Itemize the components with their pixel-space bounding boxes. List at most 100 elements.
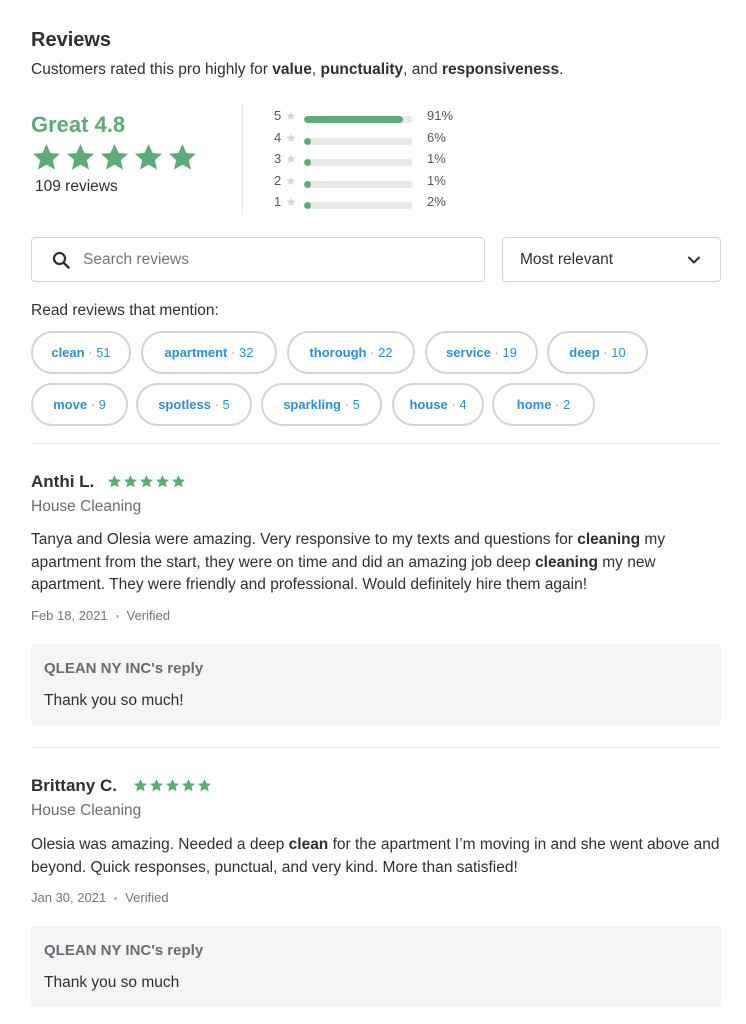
chip-separator: · [88,345,93,360]
reply-title: QLEAN NY INC's reply [44,942,204,959]
subtitle-prefix: Customers rated this pro highly for [31,61,273,78]
chip-count: 22 [378,345,393,360]
rating-bar-track [304,159,413,166]
mention-chip-apartment[interactable]: apartment · 32 [141,331,277,374]
rating-summary: Great 4.8 109 reviews 5 91% 4 6% 3 1% 2 1% 1 2% [31,104,721,216]
rating-bar-fill [304,180,311,188]
chip-count: 32 [238,345,254,360]
rating-row-3[interactable]: 3 1% [274,151,474,169]
chip-separator: · [344,397,349,412]
star-icon [165,778,180,792]
chevron-down-icon [688,256,700,264]
review-stars [107,474,186,489]
chip-keyword: clean [51,345,85,360]
verified-label: Verified [125,890,169,905]
search-box[interactable] [31,237,485,282]
star-icon [149,778,164,792]
mentions-label: Read reviews that mention: [31,302,219,319]
review-divider [31,747,721,748]
rating-row-5[interactable]: 5 91% [274,108,474,126]
rating-row-stars: 1 [274,194,282,209]
chip-keyword: home [516,397,552,412]
rating-bar-fill [304,116,404,123]
search-input[interactable] [83,239,473,280]
chip-keyword: spotless [158,397,211,412]
reviews-subtitle: Customers rated this pro highly for valu… [31,61,563,79]
chip-count: 2 [563,397,571,412]
highlighted-keyword: clean [288,836,329,853]
rating-row-1[interactable]: 1 2% [274,194,474,212]
rating-row-stars: 2 [274,172,282,188]
review-meta: Feb 18, 2021 Verified [31,608,170,623]
review-date: Jan 30, 2021 [31,890,107,905]
subtitle-suffix: . [559,61,564,78]
mention-chip-house[interactable]: house · 4 [392,383,484,426]
reply-text: Thank you so much! [44,692,184,709]
chip-count: 9 [98,397,106,412]
chip-separator: · [451,397,456,412]
star-icon [107,474,122,488]
rating-bar-fill [304,137,311,145]
section-divider [31,443,721,444]
chip-separator: · [370,345,375,360]
rating-row-percent: 1% [427,172,446,188]
star-icon [286,197,296,206]
star-icon [197,778,212,792]
sort-select[interactable]: Most relevant [502,237,721,282]
star-icon [171,474,186,488]
star-icon [181,778,196,792]
star-icon [134,143,163,170]
rating-row-2[interactable]: 2 1% [274,173,474,191]
star-icon [133,778,148,792]
highlighted-keyword: cleaning [577,531,641,548]
mention-chip-home[interactable]: home · 2 [492,383,595,426]
chip-keyword: service [446,345,491,360]
mention-chip-sparkling[interactable]: sparkling · 5 [261,383,382,426]
chip-separator: · [214,397,219,412]
chip-keyword: move [53,397,88,412]
overall-stars [31,142,198,178]
verified-label: Verified [126,608,170,623]
rating-bar-track [304,137,413,145]
reviewer-name: Anthi L. [31,472,95,491]
chip-count: 5 [222,397,230,412]
summary-divider [242,104,243,214]
review-count: 109 reviews [35,178,118,195]
rating-row-4[interactable]: 4 6% [274,130,474,148]
mention-chip-clean[interactable]: clean · 51 [31,331,131,374]
search-icon [52,251,70,269]
reviews-title: Reviews [31,29,112,51]
review-text-segment: Olesia was amazing. Needed a deep [31,836,289,853]
rating-bar-track [304,180,413,188]
mention-chip-service[interactable]: service · 19 [425,331,538,374]
chip-count: 51 [96,345,111,360]
reply-title: QLEAN NY INC's reply [44,660,204,677]
overall-score: Great 4.8 [31,112,126,137]
review-text: Tanya and Olesia were amazing. Very resp… [31,529,721,597]
subtitle-keyword-punctuality: punctuality [320,61,404,78]
star-icon [155,474,170,488]
star-icon [168,143,197,170]
star-icon [286,133,296,142]
review-category: House Cleaning [31,498,142,515]
chip-keyword: house [409,397,448,412]
mention-chip-thorough[interactable]: thorough · 22 [287,331,415,374]
rating-row-percent: 6% [427,129,446,145]
star-icon [123,474,138,488]
chip-count: 10 [611,345,626,360]
chip-count: 19 [502,345,517,360]
chip-count: 4 [459,397,467,412]
rating-row-stars: 5 [274,108,282,123]
chip-keyword: sparkling [283,397,341,412]
mention-chip-move[interactable]: move · 9 [31,383,128,426]
pro-reply: QLEAN NY INC's reply Thank you so much! [31,644,721,725]
star-icon [286,111,296,120]
mention-chip-deep[interactable]: deep · 10 [547,331,648,374]
rating-bar-fill [304,159,311,166]
rating-row-percent: 1% [427,151,446,166]
star-icon [66,143,95,170]
reviewer-name: Brittany C. [31,776,117,795]
star-icon [100,143,129,170]
mention-chip-spotless[interactable]: spotless · 5 [136,383,252,426]
rating-bar-fill [304,202,311,209]
